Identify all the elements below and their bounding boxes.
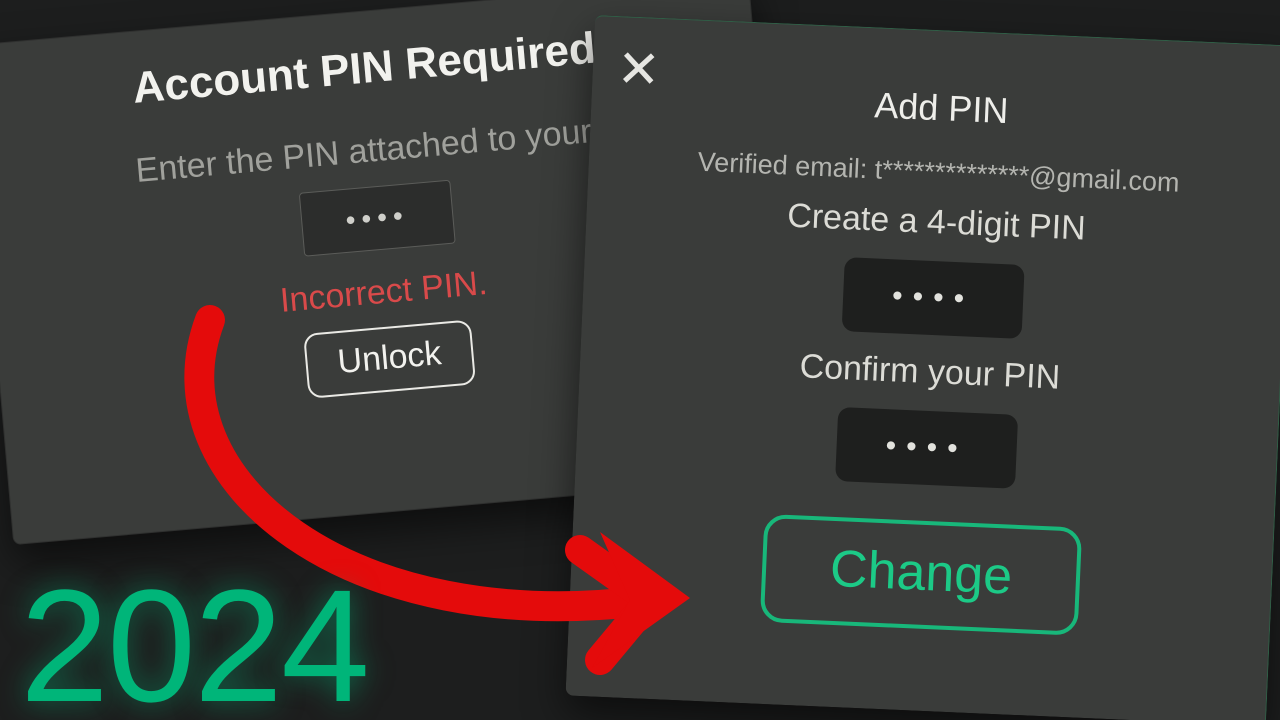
- confirm-pin-label: Confirm your PIN: [579, 338, 1280, 407]
- change-button[interactable]: Change: [760, 514, 1083, 636]
- thumbnail-stage: ✕ Account PIN Required Enter the PIN att…: [0, 0, 1280, 720]
- pin-input[interactable]: ••••: [299, 180, 456, 257]
- confirm-pin-input[interactable]: ••••: [835, 407, 1018, 489]
- dialog-title: Add PIN: [591, 72, 1280, 144]
- create-pin-input[interactable]: ••••: [842, 257, 1025, 339]
- unlock-button[interactable]: Unlock: [303, 319, 476, 398]
- add-pin-dialog: ✕ Add PIN Verified email: t*************…: [565, 15, 1280, 720]
- year-overlay: 2024: [20, 566, 368, 720]
